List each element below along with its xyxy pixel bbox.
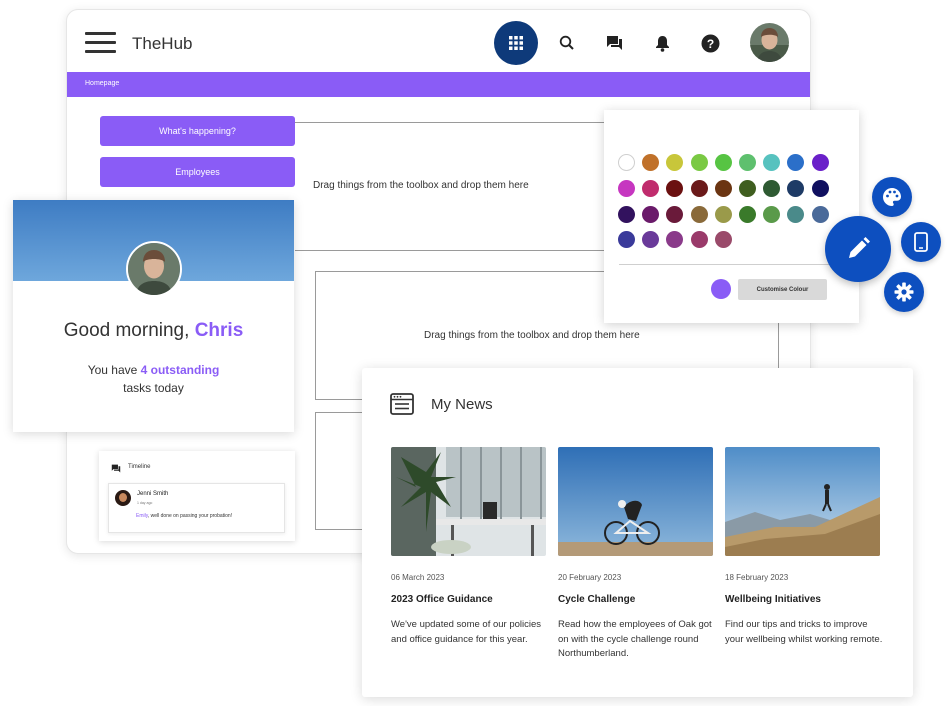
svg-text:?: ? xyxy=(706,37,713,51)
color-swatch[interactable] xyxy=(739,205,756,223)
color-swatch[interactable] xyxy=(618,154,635,171)
color-swatch[interactable] xyxy=(763,179,781,197)
post-mention[interactable]: Emily xyxy=(136,513,148,519)
tasks-count[interactable]: 4 outstanding xyxy=(141,363,220,377)
color-swatch[interactable] xyxy=(618,205,635,223)
post-message-line: Emily, well done on passing your probati… xyxy=(136,513,232,519)
color-swatch[interactable] xyxy=(714,154,732,171)
color-swatch[interactable] xyxy=(642,231,660,249)
breadcrumb[interactable]: Homepage xyxy=(85,80,119,87)
mobile-preview-button[interactable] xyxy=(901,222,941,262)
color-swatch[interactable] xyxy=(714,205,732,223)
news-headline[interactable]: 2023 Office Guidance xyxy=(391,594,493,605)
color-swatch[interactable] xyxy=(714,179,732,197)
color-swatch[interactable] xyxy=(763,154,781,171)
apps-grid-button[interactable] xyxy=(494,21,538,65)
employees-button[interactable]: Employees xyxy=(100,157,295,187)
user-avatar[interactable] xyxy=(750,23,789,62)
news-item[interactable]: 20 February 2023 Cycle Challenge Read ho… xyxy=(558,447,713,659)
greeting-avatar xyxy=(126,241,182,297)
news-title: My News xyxy=(431,396,493,413)
color-swatch[interactable] xyxy=(714,231,732,249)
news-image-hiker[interactable] xyxy=(725,447,880,556)
greeting-card: Good morning, Chris You have 4 outstandi… xyxy=(13,200,294,432)
settings-button[interactable] xyxy=(884,272,924,312)
color-swatch[interactable] xyxy=(739,154,756,171)
color-swatch[interactable] xyxy=(666,205,684,223)
news-excerpt: Read how the employees of Oak got on wit… xyxy=(558,619,712,659)
bell-icon[interactable] xyxy=(652,33,672,53)
settings-icon xyxy=(894,282,914,302)
post-author-avatar xyxy=(115,490,131,506)
news-image-cyclist[interactable] xyxy=(558,447,713,556)
greeting-name: Chris xyxy=(194,320,244,341)
apps-grid-icon xyxy=(509,36,523,50)
color-picker-panel: Customise Colour xyxy=(604,110,859,323)
color-swatch[interactable] xyxy=(642,205,660,223)
color-swatch[interactable] xyxy=(642,179,660,197)
menu-icon[interactable] xyxy=(85,32,116,54)
post-time: 1 day ago xyxy=(137,501,153,505)
current-color-swatch[interactable] xyxy=(711,279,731,299)
tasks-prefix: You have xyxy=(87,363,138,377)
pencil-icon xyxy=(849,237,870,258)
search-icon[interactable] xyxy=(557,33,577,53)
news-icon xyxy=(390,393,414,415)
news-headline[interactable]: Wellbeing Initiatives xyxy=(725,594,821,605)
color-swatch[interactable] xyxy=(787,154,805,171)
color-swatch[interactable] xyxy=(811,179,829,197)
news-date: 20 February 2023 xyxy=(558,573,622,582)
app-title: TheHub xyxy=(132,34,193,53)
greeting-prefix: Good morning, xyxy=(63,320,190,341)
news-excerpt: Find our tips and tricks to improve your… xyxy=(725,619,883,645)
color-swatch[interactable] xyxy=(642,154,660,171)
color-swatch[interactable] xyxy=(666,154,684,171)
news-item[interactable]: 18 February 2023 Wellbeing Initiatives F… xyxy=(725,447,882,645)
top-header: TheHub ? xyxy=(67,10,810,73)
news-excerpt: We've updated some of our policies and o… xyxy=(391,619,542,645)
color-swatch[interactable] xyxy=(690,154,708,171)
color-swatch[interactable] xyxy=(666,231,684,249)
color-swatch[interactable] xyxy=(787,179,805,197)
edit-button[interactable] xyxy=(825,216,891,282)
color-swatch[interactable] xyxy=(690,205,708,223)
timeline-chat-icon xyxy=(111,464,121,473)
news-image-office[interactable] xyxy=(391,447,546,556)
tasks-suffix: tasks today xyxy=(123,381,184,395)
tasks-line: You have 4 outstanding xyxy=(13,363,294,377)
dropzone-top-text: Drag things from the toolbox and drop th… xyxy=(313,180,529,191)
news-date: 06 March 2023 xyxy=(391,573,445,582)
color-swatch[interactable] xyxy=(763,205,781,223)
dropzone-middle-text: Drag things from the toolbox and drop th… xyxy=(424,330,640,341)
color-swatch[interactable] xyxy=(811,154,829,171)
news-headline[interactable]: Cycle Challenge xyxy=(558,594,635,605)
news-item[interactable]: 06 March 2023 2023 Office Guidance We've… xyxy=(391,447,546,645)
color-swatch[interactable] xyxy=(666,179,684,197)
color-swatch[interactable] xyxy=(618,179,635,197)
chat-icon[interactable] xyxy=(604,33,624,53)
post-author: Jenni Smith xyxy=(137,491,169,497)
color-swatch[interactable] xyxy=(787,205,805,223)
timeline-title: Timeline xyxy=(128,464,151,470)
timeline-card: Timeline Jenni Smith 1 day ago Emily, we… xyxy=(99,451,295,541)
color-swatch[interactable] xyxy=(811,205,829,223)
mobile-icon xyxy=(914,232,928,252)
post-message: , well done on passing your probation! xyxy=(147,513,233,519)
help-icon[interactable]: ? xyxy=(700,33,720,53)
news-card: My News 06 March 2023 2023 Office Guidan… xyxy=(362,368,913,697)
customise-colour-button[interactable]: Customise Colour xyxy=(738,279,827,300)
color-swatch[interactable] xyxy=(690,179,708,197)
whats-happening-button[interactable]: What's happening? xyxy=(100,116,295,146)
palette-icon xyxy=(883,188,901,206)
breadcrumb-bar: Homepage xyxy=(67,72,810,97)
panel-divider xyxy=(619,264,844,265)
color-swatch[interactable] xyxy=(690,231,708,249)
palette-button[interactable] xyxy=(872,177,912,217)
color-swatch[interactable] xyxy=(739,179,756,197)
color-swatch[interactable] xyxy=(618,231,635,249)
news-date: 18 February 2023 xyxy=(725,573,789,582)
timeline-post[interactable]: Jenni Smith 1 day ago Emily, well done o… xyxy=(108,483,285,533)
greeting-heading: Good morning, Chris xyxy=(13,320,294,342)
